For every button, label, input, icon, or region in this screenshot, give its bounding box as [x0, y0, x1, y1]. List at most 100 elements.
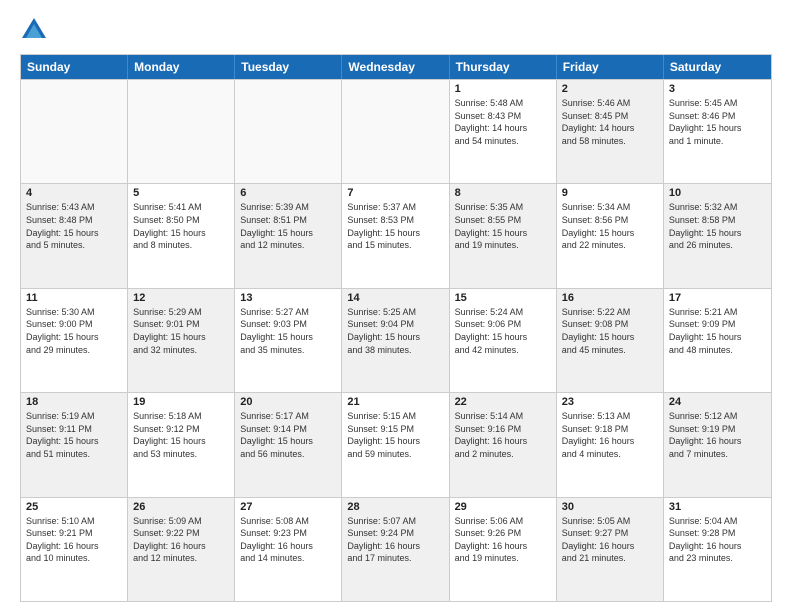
- day-number: 27: [240, 501, 336, 513]
- calendar-cell: [235, 80, 342, 183]
- day-number: 20: [240, 396, 336, 408]
- header-day: Sunday: [21, 55, 128, 79]
- day-number: 7: [347, 187, 443, 199]
- day-number: 26: [133, 501, 229, 513]
- day-number: 30: [562, 501, 658, 513]
- calendar-cell: 15 Sunrise: 5:24 AM Sunset: 9:06 PM Dayli…: [450, 289, 557, 392]
- header-day: Monday: [128, 55, 235, 79]
- header-day: Wednesday: [342, 55, 449, 79]
- day-number: 6: [240, 187, 336, 199]
- calendar-cell: 23Sunrise: 5:13 AM Sunset: 9:18 PM Dayli…: [557, 393, 664, 496]
- day-info: Sunrise: 5:22 AM Sunset: 9:08 PM Dayligh…: [562, 306, 658, 356]
- day-info: Sunrise: 5:17 AM Sunset: 9:14 PM Dayligh…: [240, 410, 336, 460]
- calendar-cell: 5 Sunrise: 5:41 AM Sunset: 8:50 PM Daylig…: [128, 184, 235, 287]
- day-number: 19: [133, 396, 229, 408]
- calendar-cell: 25 Sunrise: 5:10 AM Sunset: 9:21 PM Dayli…: [21, 498, 128, 601]
- calendar-cell: 4 Sunrise: 5:43 AM Sunset: 8:48 PM Daylig…: [21, 184, 128, 287]
- calendar-cell: 3Sunrise: 5:45 AM Sunset: 8:46 PM Daylig…: [664, 80, 771, 183]
- calendar-header: SundayMondayTuesdayWednesdayThursdayFrid…: [21, 55, 771, 79]
- day-info: Sunrise: 5:25 AM Sunset: 9:04 PM Dayligh…: [347, 306, 443, 356]
- day-number: 10: [669, 187, 766, 199]
- day-info: Sunrise: 5:43 AM Sunset: 8:48 PM Dayligh…: [26, 201, 122, 251]
- day-number: 15: [455, 292, 551, 304]
- logo-icon: [20, 16, 48, 44]
- day-info: Sunrise: 5:08 AM Sunset: 9:23 PM Dayligh…: [240, 515, 336, 565]
- calendar-cell: 8 Sunrise: 5:35 AM Sunset: 8:55 PM Daylig…: [450, 184, 557, 287]
- calendar-cell: 7 Sunrise: 5:37 AM Sunset: 8:53 PM Daylig…: [342, 184, 449, 287]
- day-info: Sunrise: 5:21 AM Sunset: 9:09 PM Dayligh…: [669, 306, 766, 356]
- day-info: Sunrise: 5:19 AM Sunset: 9:11 PM Dayligh…: [26, 410, 122, 460]
- header-day: Tuesday: [235, 55, 342, 79]
- day-info: Sunrise: 5:39 AM Sunset: 8:51 PM Dayligh…: [240, 201, 336, 251]
- calendar-row: 11 Sunrise: 5:30 AM Sunset: 9:00 PM Dayli…: [21, 288, 771, 392]
- calendar-cell: [342, 80, 449, 183]
- day-info: Sunrise: 5:37 AM Sunset: 8:53 PM Dayligh…: [347, 201, 443, 251]
- day-number: 4: [26, 187, 122, 199]
- day-info: Sunrise: 5:45 AM Sunset: 8:46 PM Dayligh…: [669, 97, 766, 147]
- calendar-cell: 2Sunrise: 5:46 AM Sunset: 8:45 PM Daylig…: [557, 80, 664, 183]
- day-number: 29: [455, 501, 551, 513]
- calendar-cell: 6 Sunrise: 5:39 AM Sunset: 8:51 PM Daylig…: [235, 184, 342, 287]
- day-number: 18: [26, 396, 122, 408]
- calendar-row: 4 Sunrise: 5:43 AM Sunset: 8:48 PM Daylig…: [21, 183, 771, 287]
- day-number: 31: [669, 501, 766, 513]
- day-number: 24: [669, 396, 766, 408]
- day-info: Sunrise: 5:34 AM Sunset: 8:56 PM Dayligh…: [562, 201, 658, 251]
- day-number: 11: [26, 292, 122, 304]
- calendar-cell: 22 Sunrise: 5:14 AM Sunset: 9:16 PM Dayli…: [450, 393, 557, 496]
- day-info: Sunrise: 5:14 AM Sunset: 9:16 PM Dayligh…: [455, 410, 551, 460]
- day-info: Sunrise: 5:06 AM Sunset: 9:26 PM Dayligh…: [455, 515, 551, 565]
- calendar-cell: 16 Sunrise: 5:22 AM Sunset: 9:08 PM Dayli…: [557, 289, 664, 392]
- calendar-cell: 13 Sunrise: 5:27 AM Sunset: 9:03 PM Dayli…: [235, 289, 342, 392]
- day-info: Sunrise: 5:27 AM Sunset: 9:03 PM Dayligh…: [240, 306, 336, 356]
- day-info: Sunrise: 5:35 AM Sunset: 8:55 PM Dayligh…: [455, 201, 551, 251]
- calendar-cell: 27 Sunrise: 5:08 AM Sunset: 9:23 PM Dayli…: [235, 498, 342, 601]
- day-number: 17: [669, 292, 766, 304]
- day-info: Sunrise: 5:29 AM Sunset: 9:01 PM Dayligh…: [133, 306, 229, 356]
- calendar-cell: 17 Sunrise: 5:21 AM Sunset: 9:09 PM Dayli…: [664, 289, 771, 392]
- day-number: 5: [133, 187, 229, 199]
- day-number: 21: [347, 396, 443, 408]
- calendar: SundayMondayTuesdayWednesdayThursdayFrid…: [20, 54, 772, 602]
- calendar-cell: 29 Sunrise: 5:06 AM Sunset: 9:26 PM Dayli…: [450, 498, 557, 601]
- day-info: Sunrise: 5:15 AM Sunset: 9:15 PM Dayligh…: [347, 410, 443, 460]
- day-info: Sunrise: 5:04 AM Sunset: 9:28 PM Dayligh…: [669, 515, 766, 565]
- calendar-cell: 18 Sunrise: 5:19 AM Sunset: 9:11 PM Dayli…: [21, 393, 128, 496]
- day-info: Sunrise: 5:41 AM Sunset: 8:50 PM Dayligh…: [133, 201, 229, 251]
- calendar-body: 1 Sunrise: 5:48 AM Sunset: 8:43 PM Daylig…: [21, 79, 771, 601]
- calendar-cell: 20 Sunrise: 5:17 AM Sunset: 9:14 PM Dayli…: [235, 393, 342, 496]
- header: [20, 16, 772, 44]
- calendar-cell: 28Sunrise: 5:07 AM Sunset: 9:24 PM Dayli…: [342, 498, 449, 601]
- day-number: 9: [562, 187, 658, 199]
- day-number: 2: [562, 83, 658, 95]
- day-number: 22: [455, 396, 551, 408]
- day-info: Sunrise: 5:13 AM Sunset: 9:18 PM Dayligh…: [562, 410, 658, 460]
- calendar-cell: 24 Sunrise: 5:12 AM Sunset: 9:19 PM Dayli…: [664, 393, 771, 496]
- calendar-cell: 12Sunrise: 5:29 AM Sunset: 9:01 PM Dayli…: [128, 289, 235, 392]
- day-info: Sunrise: 5:05 AM Sunset: 9:27 PM Dayligh…: [562, 515, 658, 565]
- day-number: 28: [347, 501, 443, 513]
- day-number: 25: [26, 501, 122, 513]
- day-number: 8: [455, 187, 551, 199]
- day-number: 14: [347, 292, 443, 304]
- logo: [20, 16, 52, 44]
- day-info: Sunrise: 5:09 AM Sunset: 9:22 PM Dayligh…: [133, 515, 229, 565]
- calendar-row: 25 Sunrise: 5:10 AM Sunset: 9:21 PM Dayli…: [21, 497, 771, 601]
- calendar-cell: 14 Sunrise: 5:25 AM Sunset: 9:04 PM Dayli…: [342, 289, 449, 392]
- day-number: 13: [240, 292, 336, 304]
- calendar-cell: 30 Sunrise: 5:05 AM Sunset: 9:27 PM Dayli…: [557, 498, 664, 601]
- calendar-cell: 26 Sunrise: 5:09 AM Sunset: 9:22 PM Dayli…: [128, 498, 235, 601]
- day-number: 16: [562, 292, 658, 304]
- calendar-cell: [21, 80, 128, 183]
- day-info: Sunrise: 5:30 AM Sunset: 9:00 PM Dayligh…: [26, 306, 122, 356]
- day-number: 1: [455, 83, 551, 95]
- day-info: Sunrise: 5:10 AM Sunset: 9:21 PM Dayligh…: [26, 515, 122, 565]
- calendar-cell: 9 Sunrise: 5:34 AM Sunset: 8:56 PM Daylig…: [557, 184, 664, 287]
- day-info: Sunrise: 5:32 AM Sunset: 8:58 PM Dayligh…: [669, 201, 766, 251]
- header-day: Saturday: [664, 55, 771, 79]
- calendar-cell: 11 Sunrise: 5:30 AM Sunset: 9:00 PM Dayli…: [21, 289, 128, 392]
- day-info: Sunrise: 5:24 AM Sunset: 9:06 PM Dayligh…: [455, 306, 551, 356]
- day-info: Sunrise: 5:12 AM Sunset: 9:19 PM Dayligh…: [669, 410, 766, 460]
- calendar-cell: 19Sunrise: 5:18 AM Sunset: 9:12 PM Dayli…: [128, 393, 235, 496]
- day-info: Sunrise: 5:48 AM Sunset: 8:43 PM Dayligh…: [455, 97, 551, 147]
